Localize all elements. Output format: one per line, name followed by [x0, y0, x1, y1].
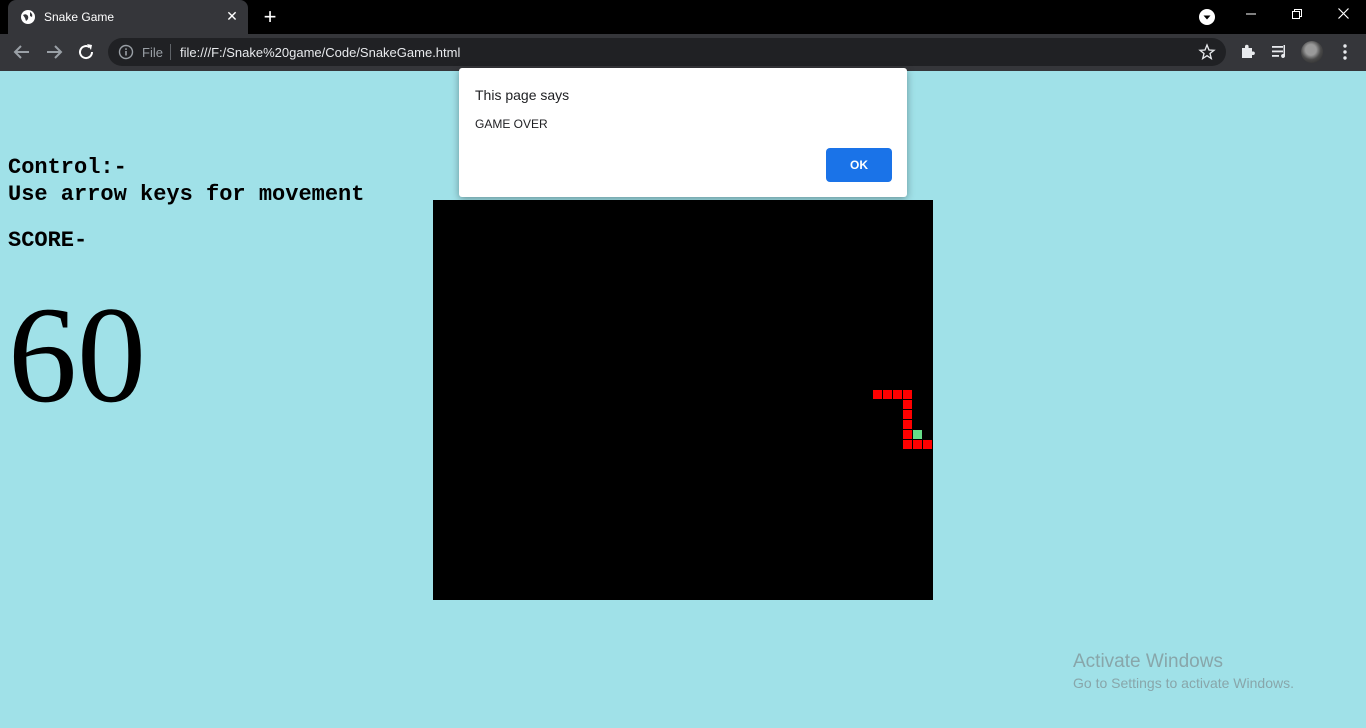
snake-segment [903, 440, 912, 449]
media-controls-icon[interactable] [1270, 42, 1290, 62]
snake-segment [903, 390, 912, 399]
scheme-label: File [142, 45, 163, 60]
extensions-icon[interactable] [1238, 42, 1258, 62]
activation-watermark: Activate Windows Go to Settings to activ… [1073, 651, 1294, 691]
profile-avatar[interactable] [1301, 41, 1323, 63]
tab-snake-game[interactable]: Snake Game ✕ [8, 0, 248, 34]
ok-button[interactable]: OK [826, 148, 892, 182]
watermark-subtitle: Go to Settings to activate Windows. [1073, 675, 1294, 691]
dialog-title: This page says [475, 87, 570, 103]
restore-icon[interactable] [1274, 0, 1320, 30]
dialog-message: GAME OVER [475, 117, 548, 131]
minimize-icon[interactable] [1228, 0, 1274, 30]
url-text[interactable]: file:///F:/Snake%20game/Code/SnakeGame.h… [180, 45, 460, 60]
snake-segment [913, 440, 922, 449]
score-label: SCORE- [8, 228, 88, 253]
tab-search-icon[interactable] [1198, 8, 1216, 26]
new-tab-button[interactable]: + [258, 6, 282, 28]
info-icon[interactable] [118, 44, 134, 60]
tab-strip: Snake Game ✕ + [0, 0, 1366, 34]
snake-head [913, 430, 922, 439]
address-bar[interactable]: File file:///F:/Snake%20game/Code/SnakeG… [108, 38, 1226, 66]
globe-icon [21, 10, 35, 24]
forward-icon[interactable] [42, 40, 66, 64]
snake-segment [903, 400, 912, 409]
control-text: Use arrow keys for movement [8, 182, 365, 207]
address-divider [170, 44, 171, 60]
snake-segment [903, 420, 912, 429]
alert-dialog: This page says GAME OVER OK [459, 68, 907, 197]
browser-toolbar: File file:///F:/Snake%20game/Code/SnakeG… [0, 34, 1366, 71]
close-window-icon[interactable] [1320, 0, 1366, 30]
watermark-title: Activate Windows [1073, 651, 1223, 672]
game-board[interactable] [433, 200, 933, 600]
tab-title: Snake Game [44, 10, 115, 24]
control-heading: Control:- [8, 155, 127, 180]
snake-segment [883, 390, 892, 399]
controls-instructions: Control:- Use arrow keys for movement [8, 154, 364, 208]
reload-icon[interactable] [74, 40, 98, 64]
score-value: 60 [8, 278, 146, 431]
snake-segment [903, 430, 912, 439]
star-icon[interactable] [1198, 43, 1216, 61]
close-icon[interactable]: ✕ [224, 8, 240, 24]
snake-segment [893, 390, 902, 399]
back-icon[interactable] [10, 40, 34, 64]
snake-segment [923, 440, 932, 449]
snake-segment [903, 410, 912, 419]
menu-icon[interactable] [1335, 42, 1355, 62]
snake-segment [873, 390, 882, 399]
